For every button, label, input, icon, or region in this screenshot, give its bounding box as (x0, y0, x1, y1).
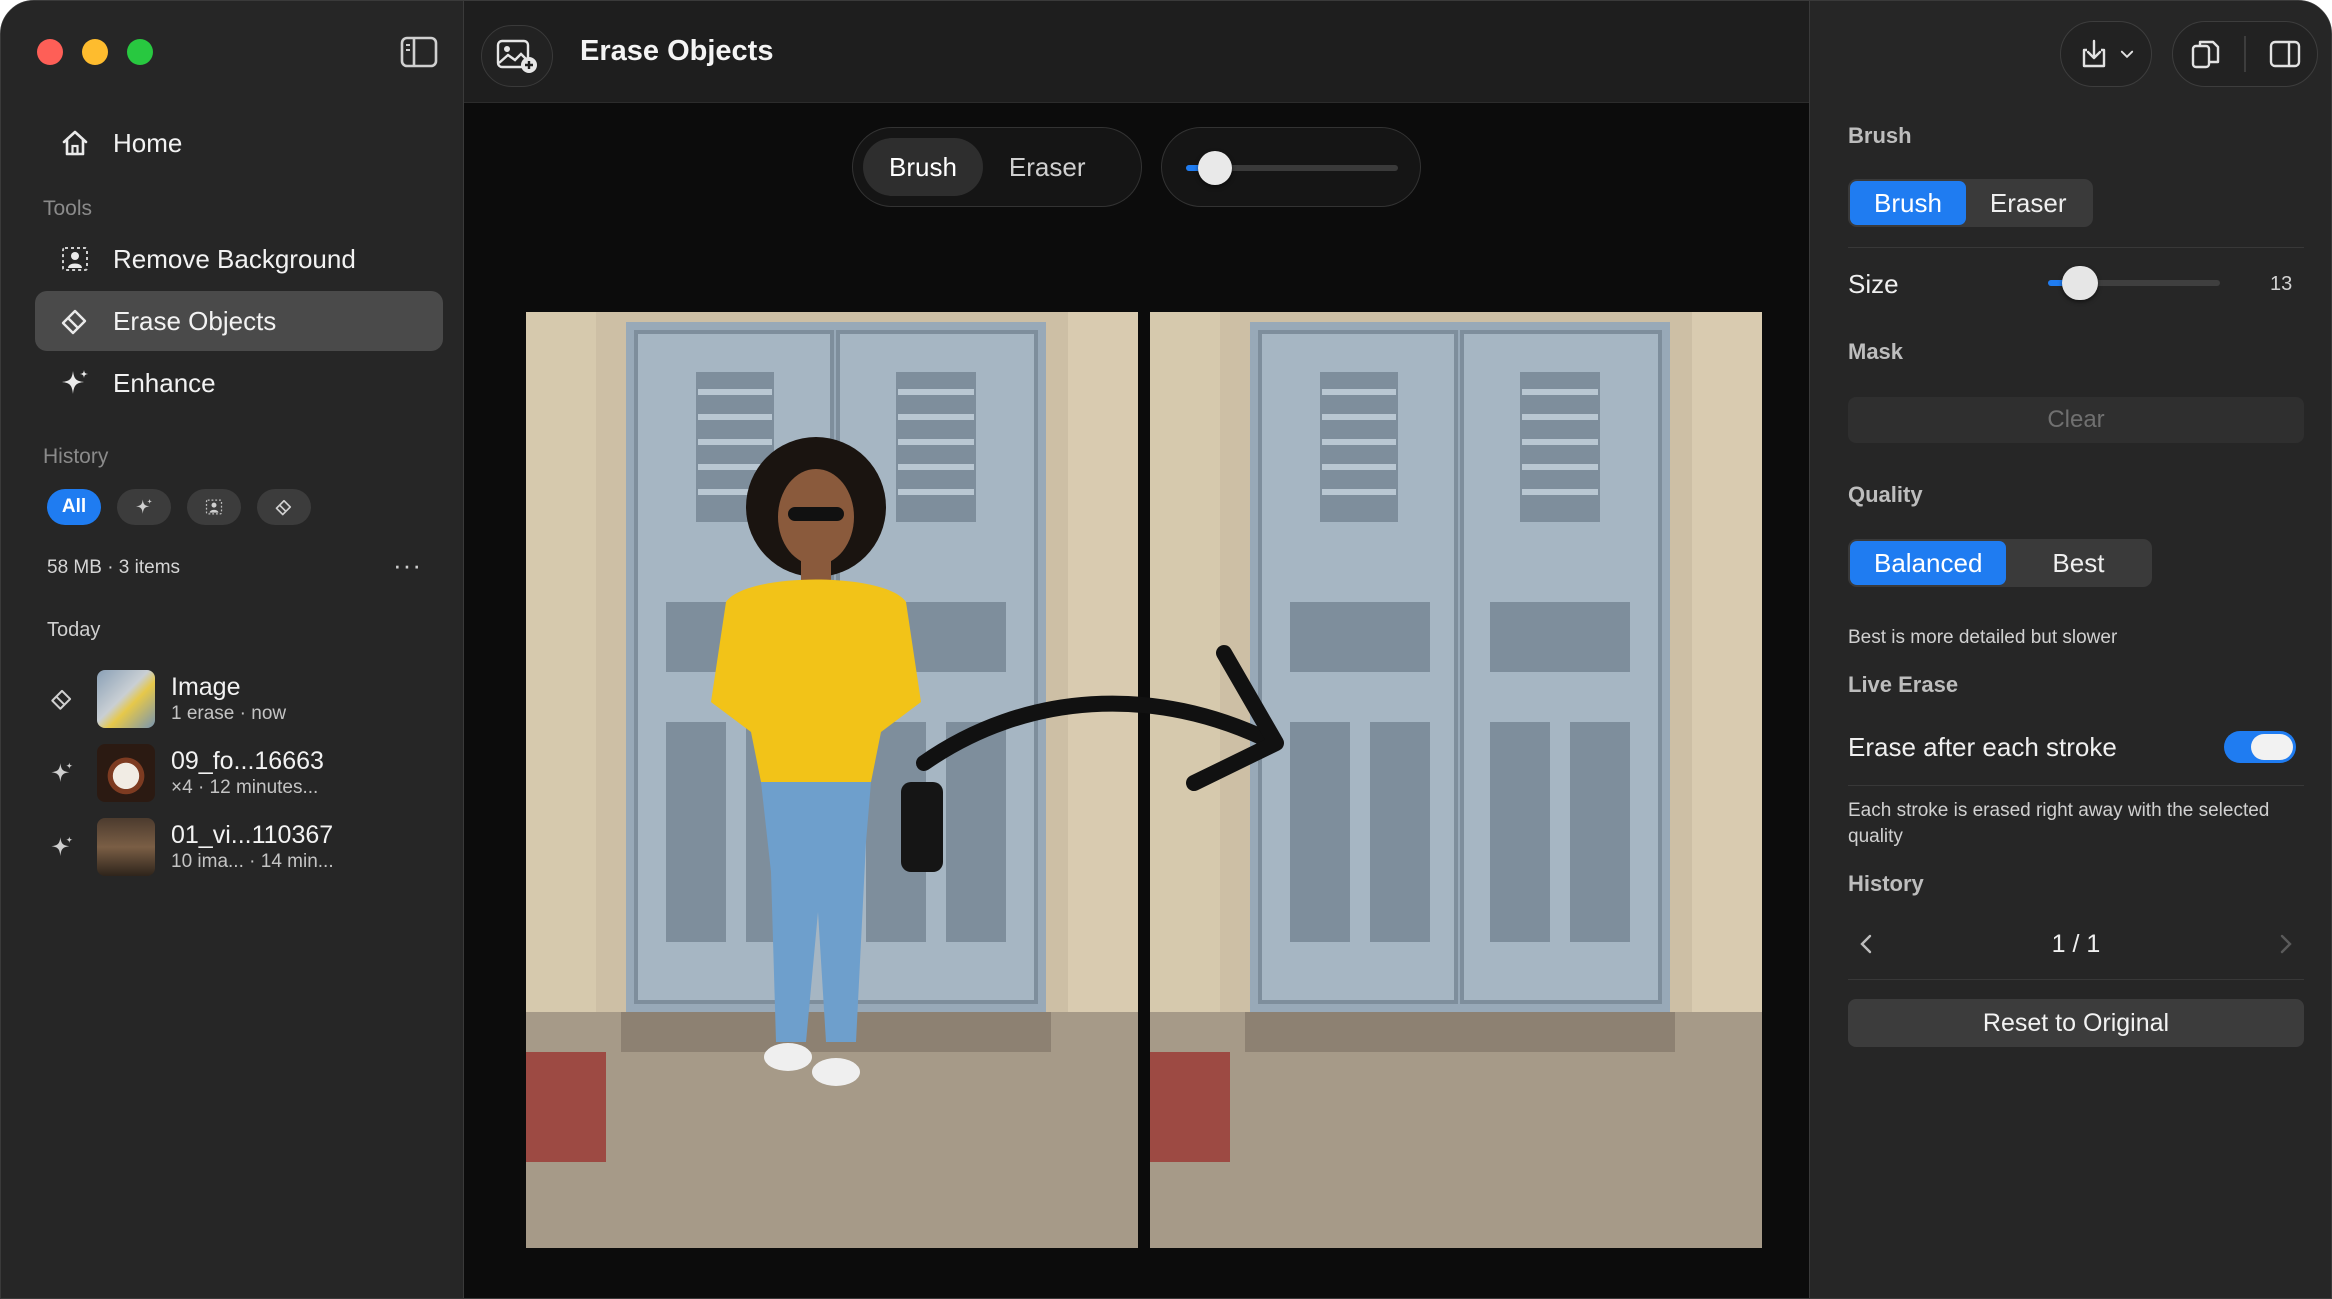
sidebar-item-remove-background[interactable]: Remove Background (35, 229, 443, 289)
sidebar-item-label: Remove Background (113, 243, 356, 274)
sidebar-item-enhance[interactable]: Enhance (35, 353, 443, 413)
person-cutout-icon (205, 499, 223, 515)
app-window: Home Tools Remove Background Erase Objec… (0, 0, 2332, 1299)
clear-mask-button[interactable]: Clear (1848, 397, 2304, 443)
sidebar: Home Tools Remove Background Erase Objec… (1, 1, 464, 1298)
filter-enhance-chip[interactable] (117, 489, 171, 525)
slider-thumb[interactable] (2061, 266, 2098, 300)
filter-erase-chip[interactable] (257, 489, 311, 525)
person-cutout-icon (57, 241, 93, 277)
history-item[interactable]: 01_vi...110367 10 ima... · 14 min... (47, 815, 447, 879)
add-image-button[interactable] (481, 25, 553, 87)
floating-brush-tab[interactable]: Brush (863, 138, 983, 196)
history-item-title: 09_fo...16663 (171, 747, 324, 775)
reset-to-original-button[interactable]: Reset to Original (1848, 999, 2304, 1047)
history-thumbnail (97, 670, 155, 728)
download-icon (2082, 39, 2106, 68)
sparkles-icon (57, 365, 93, 401)
brush-section-label: Brush (1848, 123, 1912, 148)
floating-size-slider[interactable] (1161, 127, 1421, 207)
minimize-window-button[interactable] (82, 39, 108, 65)
history-thumbnail (97, 744, 155, 802)
sidebar-item-label: Home (113, 127, 183, 158)
copy-document-icon[interactable] (2188, 37, 2222, 71)
eraser-icon (47, 684, 77, 714)
divider (1848, 247, 2304, 248)
floating-tool-switcher: Brush Eraser (852, 127, 1142, 207)
toggle-knob (2251, 734, 2293, 760)
zoom-window-button[interactable] (127, 39, 153, 65)
mask-section-label: Mask (1848, 339, 1904, 364)
history-navigator: 1 / 1 (1848, 919, 2304, 969)
chevron-down-icon (2120, 50, 2134, 59)
sidebar-toggle-icon[interactable] (399, 35, 439, 69)
sidebar-item-erase-objects[interactable]: Erase Objects (35, 291, 443, 351)
history-thumbnail (97, 818, 155, 876)
house-icon (57, 125, 93, 161)
toolbar-divider (2244, 36, 2246, 72)
erase-after-hint: Each stroke is erased right away with th… (1848, 800, 2270, 847)
history-item-title: Image (171, 673, 241, 701)
filter-all-chip[interactable]: All (47, 489, 101, 525)
today-section-label: Today (47, 619, 101, 641)
brush-mode-brush[interactable]: Brush (1850, 181, 1966, 225)
divider (1848, 979, 2304, 980)
page-title: Erase Objects (580, 35, 774, 67)
brush-size-slider[interactable] (2048, 266, 2220, 300)
history-section-label: History (1848, 871, 1924, 896)
close-window-button[interactable] (37, 39, 63, 65)
sidebar-item-home[interactable]: Home (35, 113, 443, 173)
quality-balanced[interactable]: Balanced (1850, 541, 2007, 585)
history-item[interactable]: Image 1 erase · now (47, 667, 447, 731)
chevron-right-icon (2280, 934, 2292, 954)
history-next-button[interactable] (2270, 929, 2300, 959)
sparkles-icon (135, 498, 153, 514)
window-controls (37, 39, 153, 65)
size-label: Size (1848, 269, 1899, 299)
erase-after-stroke-label: Erase after each stroke (1848, 732, 2117, 762)
history-item-subtitle: ×4 · 12 minutes... (171, 777, 319, 798)
export-button[interactable] (2060, 21, 2152, 87)
size-value: 13 (2270, 273, 2293, 295)
floating-eraser-tab[interactable]: Eraser (983, 138, 1112, 196)
sparkles-icon (47, 832, 77, 862)
inspector-toggle-icon[interactable] (2268, 37, 2302, 71)
live-erase-section-label: Live Erase (1848, 672, 1959, 697)
history-item[interactable]: 09_fo...16663 ×4 · 12 minutes... (47, 741, 447, 805)
history-previous-button[interactable] (1852, 929, 1882, 959)
slider-track (1186, 151, 1398, 185)
history-item-subtitle: 10 ima... · 14 min... (171, 851, 334, 872)
quality-section-label: Quality (1848, 482, 1923, 507)
storage-summary: 58 MB · 3 items (47, 557, 181, 578)
quality-control: Balanced Best (1848, 539, 2153, 587)
inspector-panel: Brush Brush Eraser Size 13 Mask Clear Qu… (1809, 1, 2331, 1298)
brush-mode-control: Brush Eraser (1848, 179, 2093, 227)
eraser-icon (275, 499, 292, 516)
brush-mode-eraser[interactable]: Eraser (1966, 181, 2091, 225)
slider-thumb[interactable] (1198, 151, 1233, 185)
tools-section-label: Tools (43, 197, 93, 220)
history-item-title: 01_vi...110367 (171, 821, 334, 849)
history-section-label: History (43, 445, 109, 468)
toolbar: Erase Objects (464, 1, 1809, 103)
chevron-left-icon (1860, 934, 1872, 954)
filter-remove-background-chip[interactable] (187, 489, 241, 525)
sidebar-item-label: Erase Objects (113, 305, 277, 336)
quality-hint: Best is more detailed but slower (1848, 627, 2118, 648)
history-counter: 1 / 1 (2051, 929, 2101, 958)
eraser-icon (57, 303, 93, 339)
erase-after-stroke-toggle[interactable] (2224, 731, 2296, 763)
quality-best[interactable]: Best (2006, 541, 2150, 585)
sparkles-icon (47, 758, 77, 788)
sidebar-item-label: Enhance (113, 367, 216, 398)
before-after-arrow-icon (916, 645, 1284, 791)
add-photo-icon (496, 39, 537, 73)
history-item-subtitle: 1 erase · now (171, 703, 287, 724)
more-options-icon[interactable]: ··· (393, 552, 422, 578)
image-canvas[interactable]: Brush Eraser (464, 103, 1809, 1298)
history-filters: All (47, 489, 311, 525)
view-controls (2172, 21, 2318, 87)
divider (1848, 785, 2304, 786)
